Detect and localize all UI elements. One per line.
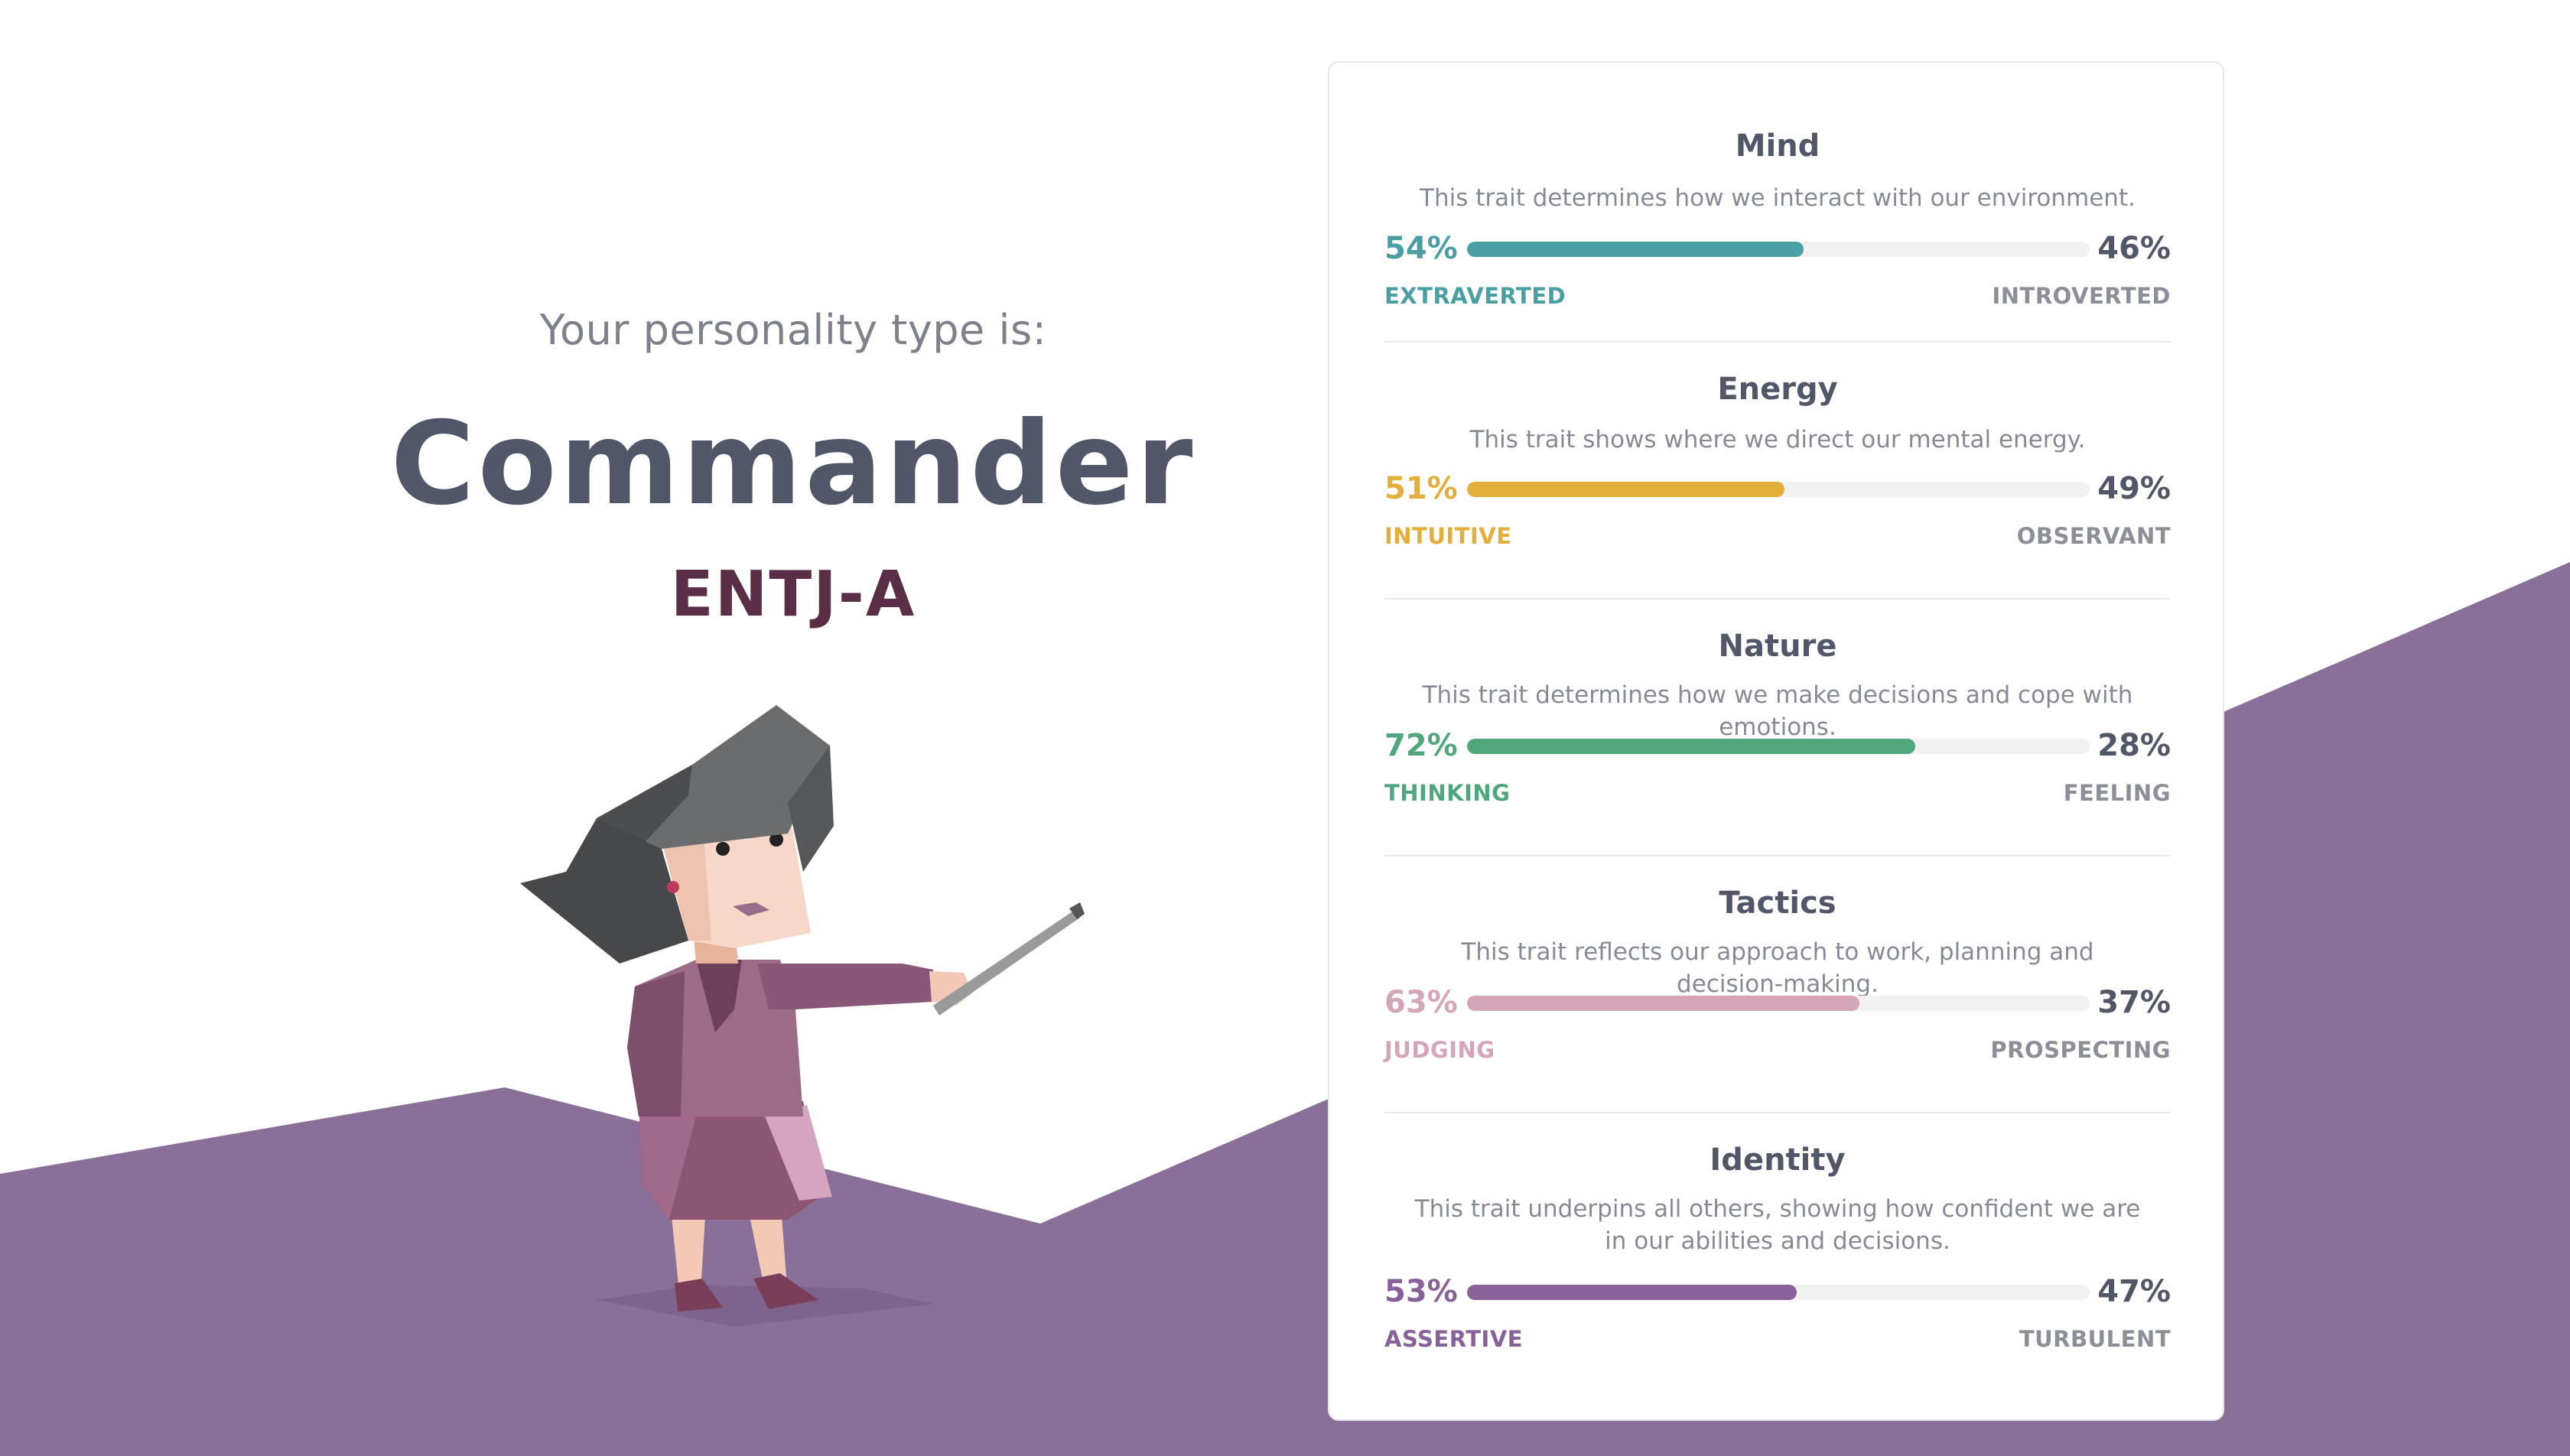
trait-right-label: INTROVERTED — [1992, 283, 2171, 309]
trait-progress-fill — [1467, 1285, 1797, 1300]
trait-progress-fill — [1467, 996, 1859, 1011]
right-leg — [750, 1216, 786, 1283]
trait-left-label: EXTRAVERTED — [1384, 283, 1566, 309]
commander-illustration — [520, 705, 1085, 1327]
earring — [667, 881, 679, 893]
trait-left-percent: 53% — [1384, 1274, 1458, 1309]
arm — [757, 964, 933, 1009]
trait-right-percent: 37% — [2097, 985, 2171, 1020]
trait-left-percent: 72% — [1384, 728, 1458, 763]
trait-progress-fill — [1467, 242, 1804, 257]
trait-left-label: INTUITIVE — [1384, 523, 1512, 549]
trait-title: Energy — [1717, 372, 1838, 407]
trait-progress-track — [1467, 1285, 2090, 1300]
trait-description: This trait underpins all others, showing… — [1414, 1195, 2141, 1255]
trait-progress-track — [1467, 242, 2090, 257]
trait-description: This trait determines how we make decisi… — [1422, 681, 2133, 741]
pointer-stick — [933, 910, 1080, 1016]
trait-description: This trait shows where we direct our men… — [1469, 426, 2086, 453]
trait-progress-fill — [1467, 739, 1916, 754]
traits-card: Mind This trait determines how we intera… — [1328, 61, 2224, 1421]
trait-progress-fill — [1467, 482, 1785, 497]
trait-left-label: ASSERTIVE — [1384, 1326, 1524, 1352]
trait-right-percent: 28% — [2097, 728, 2171, 763]
trait-right-percent: 47% — [2097, 1274, 2171, 1309]
trait-energy: Energy This trait shows where we direct … — [1384, 343, 2171, 600]
trait-left-percent: 51% — [1384, 471, 1458, 506]
trait-progress-track — [1467, 996, 2090, 1011]
trait-right-percent: 49% — [2097, 471, 2171, 506]
trait-nature: Nature This trait determines how we make… — [1384, 600, 2171, 856]
trait-left-label: JUDGING — [1384, 1037, 1495, 1063]
trait-progress-track — [1467, 739, 2090, 754]
trait-mind: Mind This trait determines how we intera… — [1384, 109, 2171, 343]
eye-left — [716, 842, 730, 856]
trait-tactics: Tactics This trait reflects our approach… — [1384, 856, 2171, 1113]
trait-title: Tactics — [1719, 886, 1836, 921]
trait-title: Nature — [1718, 629, 1837, 664]
trait-title: Mind — [1735, 128, 1820, 164]
trait-left-percent: 63% — [1384, 985, 1458, 1020]
trait-right-label: OBSERVANT — [2016, 523, 2171, 549]
jacket-shade — [627, 971, 685, 1116]
trait-right-label: PROSPECTING — [1990, 1037, 2171, 1063]
trait-right-label: TURBULENT — [2019, 1326, 2171, 1352]
trait-description: This trait reflects our approach to work… — [1461, 938, 2094, 998]
trait-left-label: THINKING — [1384, 780, 1511, 806]
trait-title: Identity — [1710, 1142, 1846, 1178]
trait-description: This trait determines how we interact wi… — [1420, 184, 2136, 212]
trait-left-percent: 54% — [1384, 231, 1458, 266]
trait-right-percent: 46% — [2097, 231, 2171, 266]
trait-right-label: FEELING — [2063, 780, 2171, 806]
trait-progress-track — [1467, 482, 2090, 497]
trait-identity: Identity This trait underpins all others… — [1384, 1113, 2171, 1404]
